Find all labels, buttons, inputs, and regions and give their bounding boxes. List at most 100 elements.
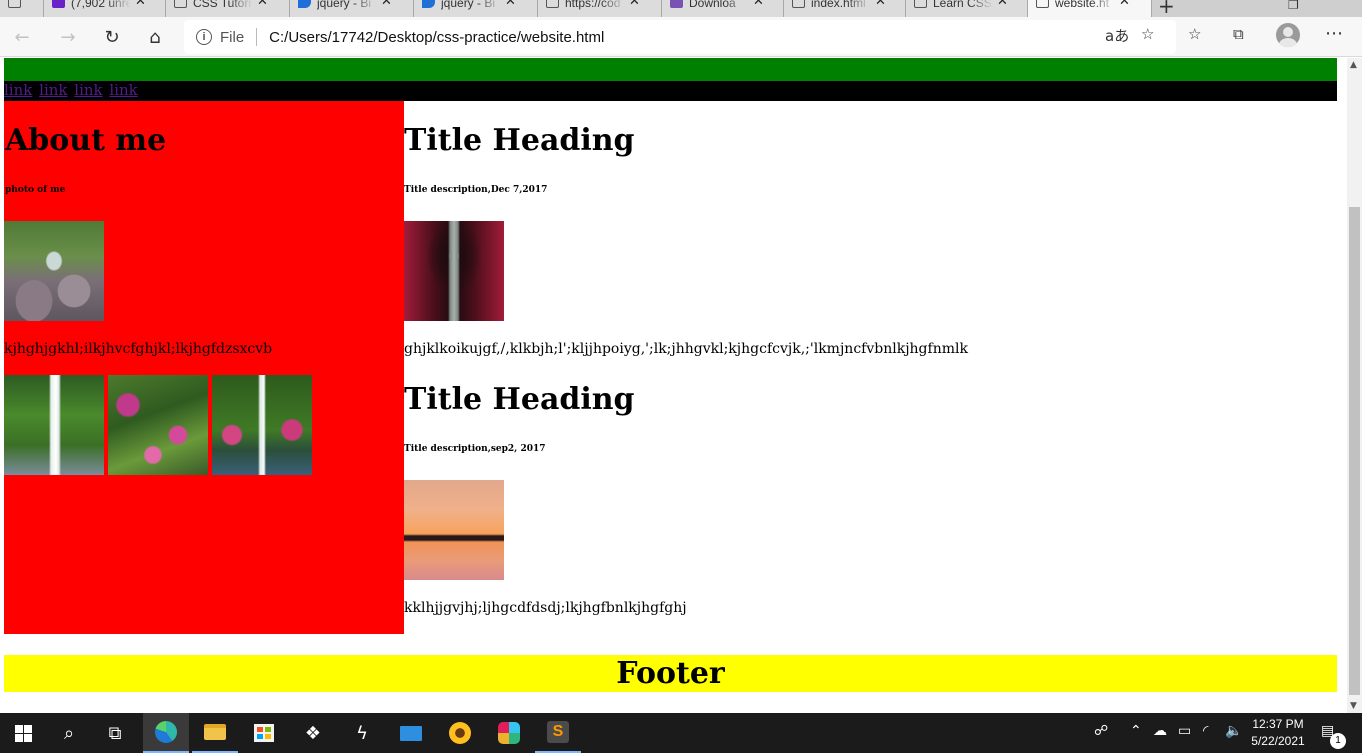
clock-time: 12:37 PM [1252,717,1304,731]
more-menu-icon[interactable]: ⋯ [1325,23,1343,44]
nav-link[interactable]: link [4,81,32,99]
search-icon: ⌕ [63,722,75,744]
page-icon [792,0,805,8]
tab-actions-icon [8,0,21,8]
windows-taskbar: ⌕ ⧉ ❖ ϟ S ☍ ⌃ ☁ ▭ ◜ 🔈 12:37 PM 5/22/2021… [0,713,1362,753]
post-description: Title description,Dec 7,2017 [404,185,548,195]
home-button[interactable]: ⌂ [143,25,167,49]
people-icon[interactable]: ☍ [1094,723,1108,739]
tab-title: https://cod [565,0,621,10]
battery-icon[interactable]: ▭ [1178,723,1191,739]
edge-icon [155,721,177,743]
taskbar-edge[interactable] [143,713,189,753]
address-url[interactable]: C:/Users/17742/Desktop/css-practice/webs… [269,29,604,46]
tab-4[interactable]: jquery - Bi ✕ [414,0,538,17]
system-clock[interactable]: 12:37 PM 5/22/2021 [1247,716,1309,750]
nav-link[interactable]: link [109,81,137,99]
search-button[interactable]: ⌕ [46,713,92,753]
sidebar-about: About me photo of me kjhghjgkhl;ilkjhvcf… [4,101,404,634]
tab-5[interactable]: https://cod ✕ [538,0,662,17]
taskbar-dropbox[interactable]: ❖ [290,713,336,753]
tab-8[interactable]: Learn CSS ✕ [906,0,1028,17]
taskbar-sublime[interactable]: S [535,713,581,753]
scroll-down-icon[interactable]: ▼ [1350,701,1357,711]
tab-title: Learn CSS [933,0,992,10]
forward-button[interactable]: → [56,25,80,49]
taskbar-mail[interactable] [388,713,434,753]
nav-link[interactable]: link [74,81,102,99]
chevron-up-icon[interactable]: ⌃ [1130,723,1142,739]
web-page-viewport: link link link link About me photo of me… [0,58,1347,713]
tab-2[interactable]: CSS Tutori ✕ [166,0,290,17]
back-button[interactable]: ← [10,25,34,49]
yahoo-mail-icon [52,0,65,8]
taskbar-store[interactable] [241,713,287,753]
address-bar[interactable]: i File C:/Users/17742/Desktop/css-practi… [184,20,1176,54]
post-image [404,221,504,321]
close-icon[interactable]: ✕ [1119,0,1130,9]
address-separator [256,28,258,46]
post-title: Title Heading [404,123,635,158]
tab-6[interactable]: Downloa ✕ [662,0,784,17]
onedrive-error-icon[interactable]: ☁ [1153,723,1167,739]
tab-1[interactable]: (7,902 unre ✕ [44,0,166,17]
tab-3[interactable]: jquery - Bi ✕ [290,0,414,17]
about-text: kjhghjgkhl;ilkjhvcfghjkl;lkjhgfdzsxcvb [4,341,273,357]
gallery-photo [4,375,104,475]
volume-icon[interactable]: 🔈 [1225,723,1242,739]
read-aloud-icon[interactable]: aあ [1105,25,1129,46]
close-icon[interactable]: ✕ [997,0,1008,9]
page-footer: Footer [4,655,1337,692]
lightning-icon: ϟ [356,722,368,744]
add-favorite-icon[interactable]: ☆ [1141,25,1154,43]
profile-avatar[interactable] [1276,23,1300,47]
favorites-icon[interactable]: ☆ [1188,25,1201,43]
taskbar-file-explorer[interactable] [192,713,238,753]
info-icon[interactable]: i [196,29,212,45]
about-subheading: photo of me [5,185,66,195]
gallery-photo [108,375,208,475]
windows-logo-icon [14,724,32,742]
tab-actions-button[interactable] [0,0,44,17]
bootstrap-icon [670,0,683,8]
collections-icon[interactable]: ⧉ [1233,25,1244,43]
scroll-up-icon[interactable]: ▲ [1350,60,1357,70]
close-icon[interactable]: ✕ [875,0,886,9]
nav-link[interactable]: link [39,81,67,99]
taskbar-sunflower[interactable] [437,713,483,753]
post-body: kklhjjgvjhj;ljhgcdfdsdj;lkjhgfbnlkjhgfgh… [404,600,687,616]
start-button[interactable] [0,713,46,753]
mail-icon [400,725,422,741]
taskbar-app[interactable]: ϟ [339,713,385,753]
scrollbar-thumb[interactable] [1349,207,1360,695]
refresh-button[interactable]: ↻ [100,25,124,49]
vertical-scrollbar[interactable]: ▲ ▼ [1347,58,1362,713]
w3schools-icon [914,0,927,8]
bing-icon [422,0,435,8]
tab-7[interactable]: index.html ✕ [784,0,906,17]
page-icon [546,0,559,8]
main-content: Title Heading Title description,Dec 7,20… [404,101,1337,634]
tab-title: index.html [811,0,866,10]
about-heading: About me [5,123,167,158]
nav-bar: link link link link [4,81,1337,101]
new-tab-button[interactable]: + [1158,0,1175,17]
task-view-button[interactable]: ⧉ [92,713,138,753]
tab-active[interactable]: website.ht ✕ [1028,0,1152,17]
close-icon[interactable]: ✕ [135,0,146,9]
clock-date: 5/22/2021 [1251,734,1305,748]
address-scheme-label: File [220,28,245,46]
header-banner [4,58,1337,81]
taskbar-slack[interactable] [486,713,532,753]
wifi-icon[interactable]: ◜ [1203,723,1208,739]
store-icon [254,724,274,742]
post-title: Title Heading [404,382,635,417]
restore-window-icon[interactable]: ❐ [1288,0,1299,12]
close-icon[interactable]: ✕ [381,0,392,9]
close-icon[interactable]: ✕ [629,0,640,9]
sunflower-icon [449,722,471,744]
close-icon[interactable]: ✕ [257,0,268,9]
close-icon[interactable]: ✕ [505,0,516,9]
close-icon[interactable]: ✕ [753,0,764,9]
gallery-photo [212,375,312,475]
